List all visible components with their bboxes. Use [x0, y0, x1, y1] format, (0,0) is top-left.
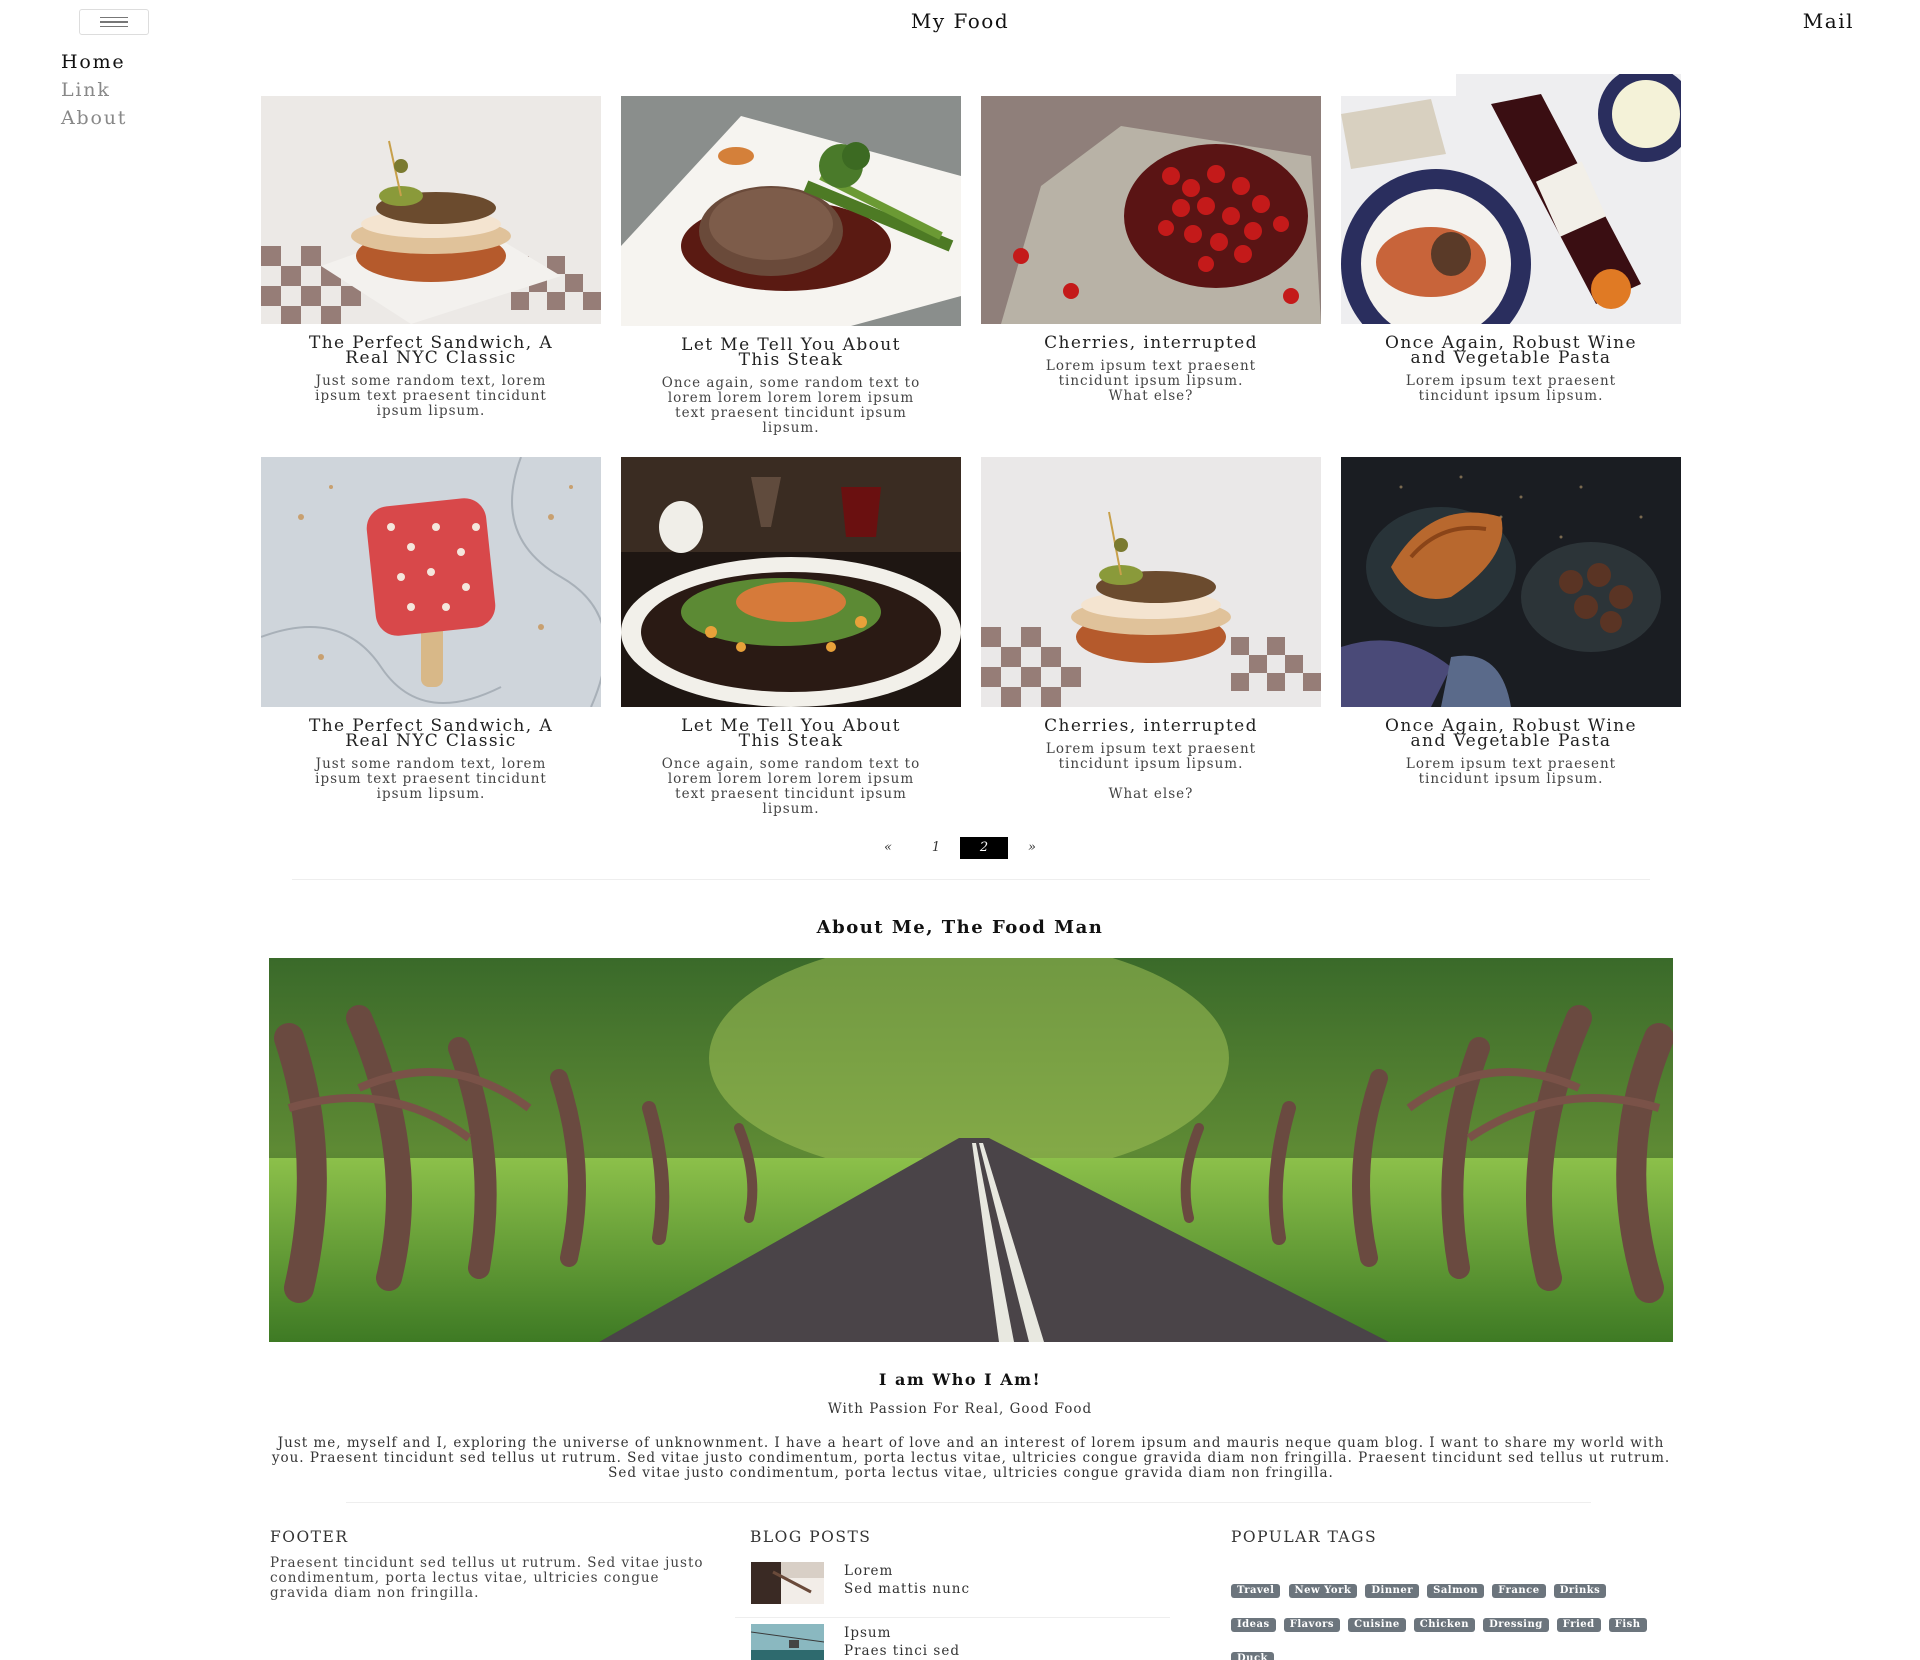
- card-title[interactable]: The Perfect Sandwich, A Real NYC Classic: [261, 335, 601, 367]
- pagination: « 1 2 »: [0, 837, 1920, 859]
- blog-post-title[interactable]: Ipsum: [844, 1624, 960, 1642]
- tag-badge[interactable]: Dinner: [1365, 1584, 1420, 1598]
- nav-about[interactable]: About: [61, 104, 127, 132]
- tag-cloud: Travel New York Dinner Salmon France Dri…: [1231, 1578, 1651, 1660]
- blog-post-thumbnail: [751, 1624, 824, 1660]
- post-card[interactable]: Once Again, Robust Wine and Vegetable Pa…: [1341, 74, 1681, 404]
- popular-tags-title: POPULAR TAGS: [1231, 1528, 1378, 1546]
- blog-post-divider: [735, 1617, 1170, 1618]
- footer-about-column: FOOTER Praesent tincidunt sed tellus ut …: [270, 1528, 710, 1601]
- nav-home[interactable]: Home: [61, 48, 127, 76]
- footer-title: FOOTER: [270, 1528, 349, 1546]
- card-title[interactable]: Let Me Tell You About This Steak: [621, 718, 961, 750]
- about-bio: Just me, myself and I, exploring the uni…: [271, 1435, 1671, 1481]
- sandwich-photo: [261, 96, 601, 324]
- card-excerpt: Just some random text, lorem ipsum text …: [315, 373, 547, 419]
- post-card[interactable]: Once Again, Robust Wine and Vegetable Pa…: [1341, 457, 1681, 787]
- card-excerpt: Just some random text, lorem ipsum text …: [315, 756, 547, 802]
- card-excerpt: Once again, some random text to lorem lo…: [661, 756, 921, 817]
- tag-badge[interactable]: New York: [1288, 1584, 1358, 1598]
- section-divider: [292, 879, 1650, 880]
- post-card[interactable]: The Perfect Sandwich, A Real NYC Classic…: [261, 96, 601, 419]
- blog-post-item[interactable]: Lorem Sed mattis nunc: [751, 1562, 970, 1604]
- tag-badge[interactable]: Fried: [1556, 1618, 1601, 1632]
- footer-tags-column: POPULAR TAGS: [1231, 1528, 1377, 1546]
- card-excerpt: Lorem ipsum text praesent tincidunt ipsu…: [1405, 756, 1617, 787]
- about-title: About Me, The Food Man: [816, 917, 1104, 938]
- card-title[interactable]: Cherries, interrupted: [981, 335, 1321, 352]
- footer-text: Praesent tincidunt sed tellus ut rutrum.…: [270, 1555, 704, 1601]
- blog-post-snippet: Sed mattis nunc: [844, 1581, 971, 1597]
- tag-badge[interactable]: Fish: [1608, 1618, 1647, 1632]
- tag-badge[interactable]: Chicken: [1413, 1618, 1475, 1632]
- side-navigation: Home Link About: [61, 48, 127, 132]
- card-title[interactable]: Once Again, Robust Wine and Vegetable Pa…: [1341, 335, 1681, 367]
- wine-pasta-photo: [1341, 74, 1681, 324]
- salmon-plate-photo: [621, 457, 961, 707]
- post-card[interactable]: Cherries, interrupted Lorem ipsum text p…: [981, 96, 1321, 404]
- tag-badge[interactable]: Duck: [1231, 1652, 1274, 1660]
- card-title[interactable]: The Perfect Sandwich, A Real NYC Classic: [261, 718, 601, 750]
- tag-badge[interactable]: Travel: [1231, 1584, 1281, 1598]
- blog-post-snippet: Praes tinci sed: [844, 1643, 960, 1659]
- card-excerpt: Lorem ipsum text praesent tincidunt ipsu…: [1045, 741, 1257, 802]
- popsicle-photo: [261, 457, 601, 707]
- blog-post-item[interactable]: Ipsum Praes tinci sed: [751, 1624, 960, 1660]
- blog-post-thumbnail: [751, 1562, 824, 1604]
- cherries-photo: [981, 96, 1321, 324]
- card-excerpt: Lorem ipsum text praesent tincidunt ipsu…: [1405, 373, 1617, 404]
- sandwich-photo: [981, 457, 1321, 707]
- blog-post-title[interactable]: Lorem: [844, 1562, 970, 1580]
- tag-badge[interactable]: Cuisine: [1348, 1618, 1406, 1632]
- card-title[interactable]: Let Me Tell You About This Steak: [621, 337, 961, 369]
- card-excerpt: Once again, some random text to lorem lo…: [661, 375, 921, 436]
- croissant-photo: [1341, 457, 1681, 707]
- pagination-page-2[interactable]: 2: [960, 837, 1008, 859]
- card-title[interactable]: Once Again, Robust Wine and Vegetable Pa…: [1341, 718, 1681, 750]
- tag-badge[interactable]: Drinks: [1553, 1584, 1607, 1598]
- footer-blog-posts-column: BLOG POSTS: [750, 1528, 871, 1546]
- tag-badge[interactable]: Flavors: [1283, 1618, 1341, 1632]
- pagination-prev[interactable]: «: [864, 837, 912, 859]
- card-excerpt: Lorem ipsum text praesent tincidunt ipsu…: [1045, 358, 1257, 404]
- tag-badge[interactable]: France: [1492, 1584, 1546, 1598]
- about-heading: I am Who I Am!: [878, 1370, 1042, 1389]
- mail-link[interactable]: Mail: [1803, 9, 1854, 33]
- post-card[interactable]: Cherries, interrupted Lorem ipsum text p…: [981, 457, 1321, 802]
- pagination-page-1[interactable]: 1: [912, 837, 960, 859]
- tag-badge[interactable]: Dressing: [1483, 1618, 1549, 1632]
- post-card[interactable]: Let Me Tell You About This Steak Once ag…: [621, 457, 961, 817]
- blog-posts-title: BLOG POSTS: [750, 1528, 872, 1546]
- nav-link[interactable]: Link: [61, 76, 127, 104]
- pagination-next[interactable]: »: [1008, 837, 1056, 859]
- tag-badge[interactable]: Ideas: [1231, 1618, 1276, 1632]
- tag-badge[interactable]: Salmon: [1427, 1584, 1485, 1598]
- steak-photo: [621, 96, 961, 326]
- card-title[interactable]: Cherries, interrupted: [981, 718, 1321, 735]
- post-card[interactable]: Let Me Tell You About This Steak Once ag…: [621, 96, 961, 436]
- post-card[interactable]: The Perfect Sandwich, A Real NYC Classic…: [261, 457, 601, 802]
- about-subheading: With Passion For Real, Good Food: [827, 1401, 1093, 1417]
- site-brand[interactable]: My Food: [0, 9, 1920, 33]
- section-divider: [346, 1502, 1591, 1503]
- road-hero-image: [269, 958, 1673, 1342]
